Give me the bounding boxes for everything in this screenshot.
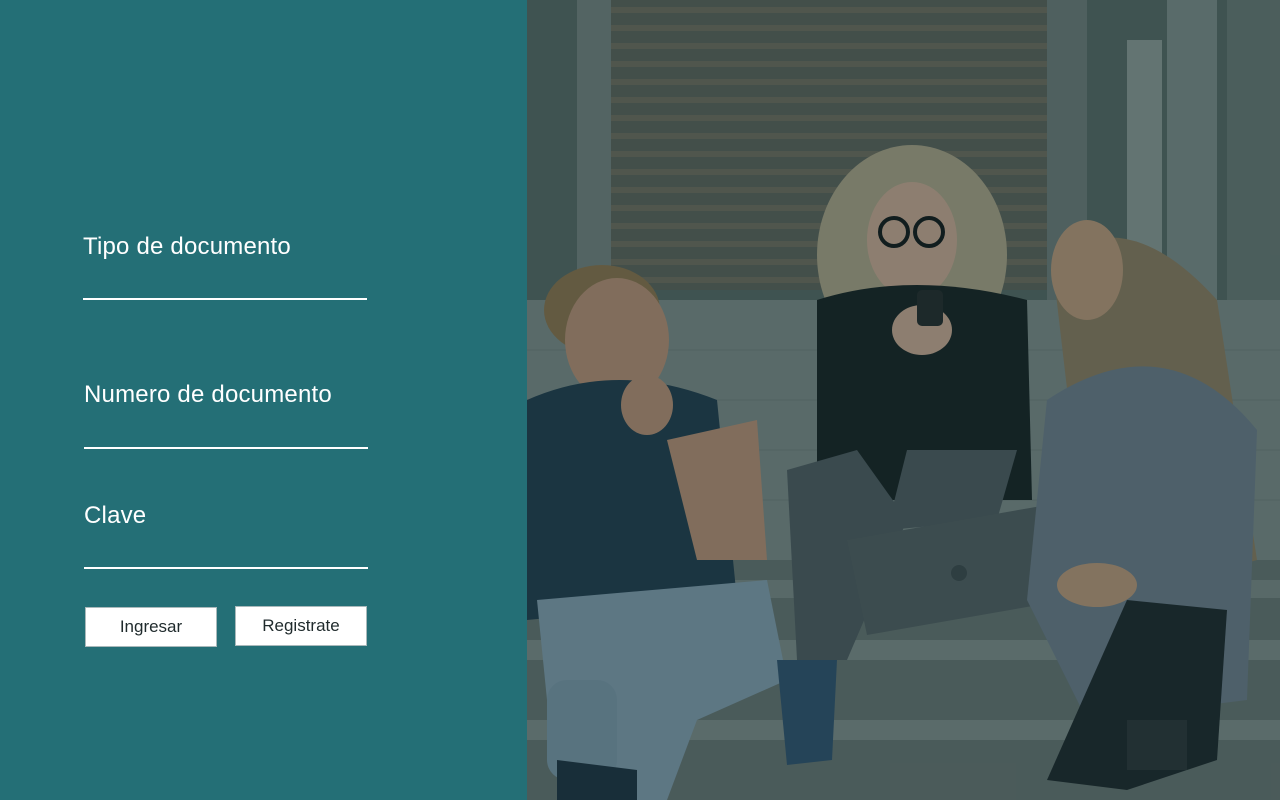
- numero-documento-label: Numero de documento: [84, 381, 332, 408]
- numero-documento-input[interactable]: [85, 414, 368, 444]
- students-photo-illustration: [527, 0, 1280, 800]
- login-form-panel: Tipo de documento Numero de documento Cl…: [0, 0, 527, 800]
- numero-documento-underline: [84, 447, 368, 449]
- tipo-documento-underline: [83, 298, 367, 300]
- clave-underline: [84, 567, 368, 569]
- clave-label: Clave: [84, 502, 147, 529]
- hero-photo: [527, 0, 1280, 800]
- login-screen: Tipo de documento Numero de documento Cl…: [0, 0, 1280, 800]
- tipo-documento-input[interactable]: [84, 266, 367, 296]
- registrate-button[interactable]: Registrate: [235, 606, 367, 646]
- ingresar-button[interactable]: Ingresar: [85, 607, 217, 647]
- clave-input[interactable]: [85, 534, 368, 564]
- tipo-documento-label: Tipo de documento: [83, 233, 291, 260]
